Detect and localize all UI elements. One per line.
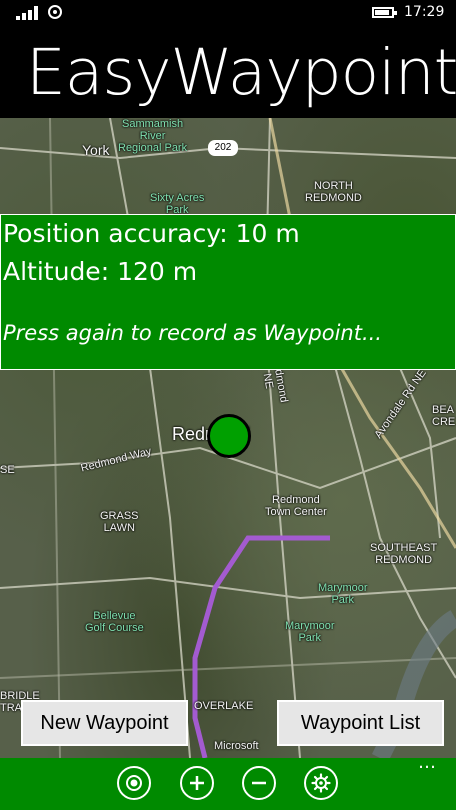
map-label: OVERLAKE (194, 700, 254, 712)
map-label: Microsoft (214, 740, 259, 752)
zoom-out-icon[interactable] (242, 766, 276, 800)
location-indicator-icon (48, 5, 62, 19)
map-label: SOUTHEAST REDMOND (370, 542, 438, 566)
settings-icon[interactable] (304, 766, 338, 800)
altitude-text: Altitude: 120 m (3, 257, 198, 286)
map-label: NORTH REDMOND (305, 180, 362, 204)
zoom-in-icon[interactable] (180, 766, 214, 800)
map-label: SE (0, 464, 15, 476)
app-header: EasyWaypoint (0, 28, 456, 118)
map-label: York (82, 142, 110, 158)
position-info-panel[interactable]: Position accuracy: 10 m Altitude: 120 m … (0, 214, 456, 370)
app-title: EasyWaypoint (26, 36, 456, 109)
more-options-button[interactable]: … (418, 754, 442, 772)
map-label: Marymoor Park (285, 620, 335, 644)
battery-icon (372, 7, 397, 18)
current-position-marker[interactable] (207, 414, 251, 458)
map-label: Sixty Acres Park (150, 192, 205, 216)
signal-strength-icon (16, 6, 42, 20)
map-label: Marymoor Park (318, 582, 368, 606)
map-label: Redmond Town Center (265, 494, 327, 518)
record-hint-text: Press again to record as Waypoint... (3, 321, 382, 345)
status-time: 17:29 (404, 4, 445, 20)
locate-icon[interactable] (117, 766, 151, 800)
app-bar: … (0, 754, 456, 810)
map-label: GRASS LAWN (100, 510, 139, 534)
map-label: Bellevue Golf Course (85, 610, 144, 634)
map-label: BEA CRE (432, 404, 456, 428)
route-shield: 202 (208, 140, 238, 156)
waypoint-list-button[interactable]: Waypoint List (277, 700, 444, 746)
position-accuracy-text: Position accuracy: 10 m (3, 219, 300, 248)
status-bar: 17:29 (0, 0, 456, 28)
map-label: Sammamish River Regional Park (118, 118, 188, 154)
new-waypoint-button[interactable]: New Waypoint (21, 700, 188, 746)
